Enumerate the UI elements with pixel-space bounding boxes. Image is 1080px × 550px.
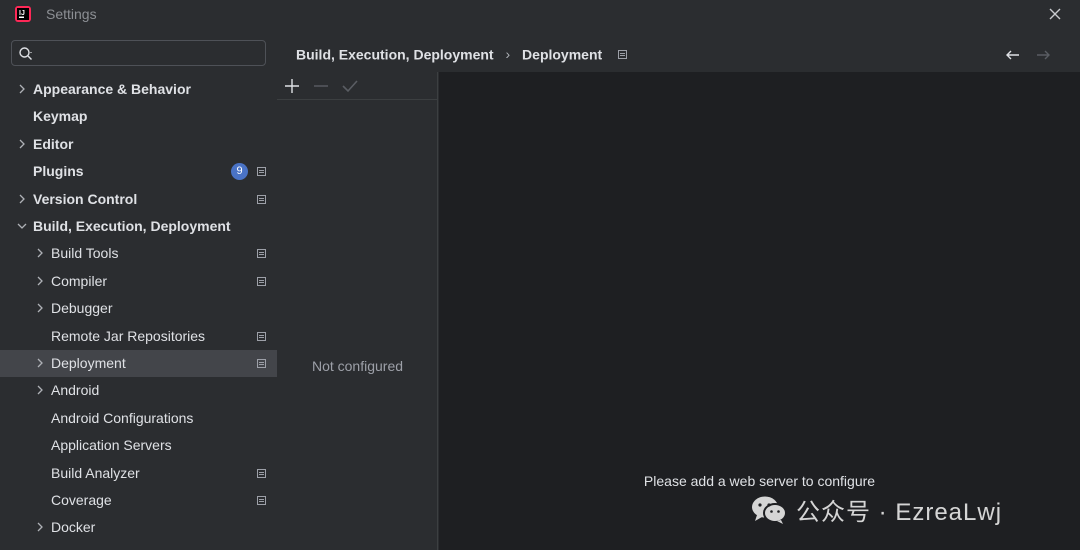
project-scope-icon — [257, 195, 266, 204]
tree-item[interactable]: Application Servers — [0, 432, 277, 459]
tree-item-label: Android Configurations — [51, 410, 194, 426]
tree-item-label: Coverage — [51, 492, 112, 508]
project-scope-icon — [618, 49, 628, 59]
tree-item[interactable]: Build, Execution, Deployment — [0, 213, 277, 240]
chevron-right-icon[interactable] — [34, 302, 46, 314]
check-icon[interactable] — [341, 77, 359, 95]
tree-item-label: Appearance & Behavior — [33, 81, 191, 97]
tree-item[interactable]: Android Configurations — [0, 405, 277, 432]
chevron-right-icon[interactable] — [34, 247, 46, 259]
close-icon[interactable] — [1046, 5, 1064, 23]
tree-item[interactable]: Coverage — [0, 487, 277, 514]
chevron-right-icon[interactable] — [34, 384, 46, 396]
tree-item[interactable]: Android — [0, 377, 277, 404]
title-bar: IJ Settings — [0, 0, 1080, 28]
svg-text:IJ: IJ — [19, 10, 25, 17]
tree-item[interactable]: Version Control — [0, 186, 277, 213]
breadcrumb: Build, Execution, Deployment › Deploymen… — [296, 45, 628, 63]
arrow-right-icon[interactable] — [1034, 46, 1052, 64]
plus-icon[interactable] — [283, 77, 301, 95]
tree-item[interactable]: Appearance & Behavior — [0, 76, 277, 103]
tree-item[interactable]: Plugins 9 — [0, 158, 277, 185]
tree-item[interactable]: Keymap — [0, 103, 277, 130]
server-list-toolbar — [277, 72, 438, 100]
project-scope-icon — [257, 167, 266, 176]
breadcrumb-parent[interactable]: Build, Execution, Deployment — [296, 46, 494, 62]
tree-item[interactable]: Docker — [0, 514, 277, 541]
tree-item-label: Remote Jar Repositories — [51, 328, 206, 344]
update-count-badge: 9 — [231, 163, 248, 180]
settings-search-box[interactable] — [11, 40, 266, 66]
chevron-right-icon[interactable] — [34, 357, 46, 369]
tree-item-label: Build Tools — [51, 245, 119, 261]
project-scope-icon — [257, 332, 266, 341]
chevron-right-icon[interactable] — [34, 521, 46, 533]
empty-list-text: Not configured — [311, 358, 404, 374]
settings-sidebar: Appearance & Behavior Keymap Editor Plugins… — [0, 28, 277, 550]
tree-item-label: Compiler — [51, 273, 108, 289]
breadcrumb-separator: › — [505, 46, 511, 63]
tree-item-label: Plugins — [33, 163, 84, 179]
watermark: 公众号 · EzreaLwj — [750, 492, 1002, 526]
project-scope-icon — [257, 496, 266, 505]
chevron-right-icon[interactable] — [16, 83, 28, 95]
wechat-icon — [752, 496, 787, 524]
tree-item-label: Android — [51, 382, 100, 398]
chevron-right-icon[interactable] — [34, 275, 46, 287]
project-scope-icon — [257, 277, 266, 286]
tree-item[interactable]: Compiler — [0, 268, 277, 295]
tree-item-label: Deployment — [51, 355, 126, 371]
search-input[interactable] — [40, 43, 264, 65]
tree-item-label: Keymap — [33, 108, 88, 124]
chevron-right-icon[interactable] — [16, 138, 28, 150]
watermark-text: 公众号 · EzreaLwj — [796, 499, 1003, 526]
search-icon — [19, 47, 32, 60]
breadcrumb-current: Deployment — [522, 46, 603, 63]
tree-item-label: Debugger — [51, 300, 113, 316]
project-scope-icon — [257, 469, 266, 478]
chevron-down-icon[interactable] — [16, 220, 28, 232]
server-list-panel: Not configured — [277, 72, 438, 550]
tree-item[interactable]: Editor — [0, 131, 277, 158]
tree-item-label: Build, Execution, Deployment — [33, 218, 231, 234]
tree-item[interactable]: Build Analyzer — [0, 460, 277, 487]
tree-item[interactable]: Remote Jar Repositories — [0, 323, 277, 350]
window-title: Settings — [46, 6, 97, 22]
intellij-logo-icon: IJ — [15, 6, 31, 22]
tree-item-label: Build Analyzer — [51, 465, 140, 481]
project-scope-icon — [257, 359, 266, 368]
tree-item-label: Editor — [33, 136, 74, 152]
tree-item-label: Docker — [51, 519, 96, 535]
tree-item-label: Application Servers — [51, 437, 172, 453]
tree-item[interactable]: Debugger — [0, 295, 277, 322]
server-detail-panel: Please add a web server to configure — [439, 72, 1080, 550]
tree-item-label: Version Control — [33, 191, 138, 207]
minus-icon[interactable] — [312, 77, 330, 95]
arrow-left-icon[interactable] — [1004, 46, 1022, 64]
tree-item[interactable]: Deployment — [0, 350, 277, 377]
chevron-right-icon[interactable] — [16, 193, 28, 205]
configure-hint: Please add a web server to configure — [643, 473, 876, 489]
project-scope-icon — [257, 249, 266, 258]
tree-item[interactable]: Build Tools — [0, 240, 277, 267]
